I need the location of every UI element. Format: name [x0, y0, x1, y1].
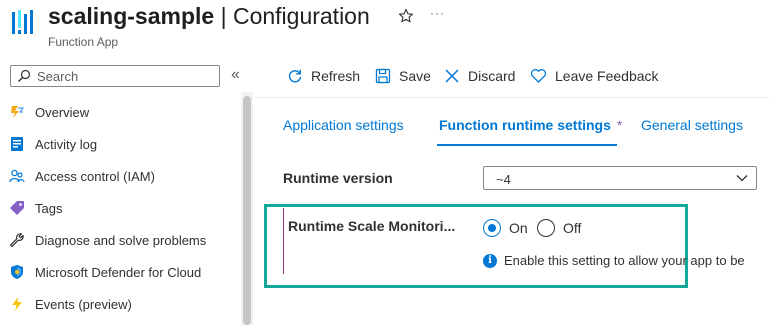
runtime-version-label: Runtime version [283, 170, 393, 186]
sidebar-item-diagnose[interactable]: Diagnose and solve problems [0, 224, 240, 256]
changed-setting-marker [283, 208, 284, 274]
sidebar-item-label: Events (preview) [35, 297, 132, 312]
runtime-version-value: ~4 [496, 172, 511, 187]
discard-label: Discard [468, 68, 516, 84]
activity-log-icon [9, 136, 25, 152]
leave-feedback-button[interactable]: Leave Feedback [530, 60, 659, 92]
sidebar-item-label: Tags [35, 201, 63, 216]
unsaved-changes-indicator: * [616, 117, 623, 133]
discard-button[interactable]: Discard [444, 60, 515, 92]
info-icon: i [483, 253, 497, 268]
refresh-button[interactable]: Refresh [287, 60, 360, 92]
radio-on[interactable]: On [483, 218, 528, 238]
page-subtitle: Function App [48, 35, 119, 49]
info-text: Enable this setting to allow your app to… [504, 253, 745, 268]
radio-on-label: On [509, 220, 528, 236]
radio-off-circle[interactable] [537, 219, 555, 237]
heart-icon [530, 69, 547, 83]
save-label: Save [399, 68, 431, 84]
page-header: scaling-sample | Configuration ··· Funct… [0, 0, 769, 58]
tab-label: Application settings [283, 117, 404, 133]
tab-general-settings[interactable]: General settings [641, 117, 743, 133]
people-icon [9, 168, 25, 184]
shield-icon [9, 264, 25, 280]
leave-feedback-label: Leave Feedback [555, 68, 659, 84]
radio-on-circle[interactable] [483, 219, 501, 237]
title-separator: | [220, 3, 227, 29]
function-app-logo-icon [12, 10, 33, 34]
toolbar-divider [255, 97, 769, 98]
more-options-icon[interactable]: ··· [430, 6, 445, 20]
tab-label: Function runtime settings [439, 117, 611, 133]
sidebar-item-label: Overview [35, 105, 90, 120]
save-icon [375, 68, 391, 84]
sidebar-item-defender[interactable]: Microsoft Defender for Cloud [0, 256, 240, 288]
lightning-icon [9, 104, 25, 120]
search-icon [18, 69, 31, 82]
sidebar-item-overview[interactable]: Overview [0, 96, 240, 128]
page-title: scaling-sample | Configuration [48, 3, 370, 30]
discard-icon [445, 69, 459, 83]
lightning-bolt-icon [9, 296, 25, 312]
sidebar-item-label: Microsoft Defender for Cloud [35, 265, 202, 280]
page-name: Configuration [232, 3, 370, 29]
save-button[interactable]: Save [375, 60, 431, 92]
refresh-icon [288, 69, 302, 83]
sidebar-item-tags[interactable]: Tags [0, 192, 240, 224]
command-bar: Refresh Save Discard Leave Feedback [270, 60, 769, 92]
tab-label: General settings [641, 117, 743, 133]
sidebar-item-label: Activity log [35, 137, 98, 152]
runtime-scale-monitoring-label: Runtime Scale Monitori... [288, 218, 456, 234]
tag-icon [9, 200, 25, 216]
active-tab-underline [437, 144, 617, 146]
radio-off-label: Off [563, 220, 582, 236]
runtime-version-dropdown[interactable]: ~4 [483, 166, 757, 190]
sidebar-item-activity-log[interactable]: Activity log [0, 128, 240, 160]
favorite-star-icon[interactable] [398, 8, 414, 24]
refresh-label: Refresh [311, 68, 361, 84]
sidebar-scrollbar-thumb[interactable] [243, 96, 251, 325]
tab-function-runtime-settings[interactable]: Function runtime settings * [439, 117, 622, 133]
collapse-sidebar-icon[interactable]: « [231, 66, 240, 84]
radio-off[interactable]: Off [537, 218, 581, 238]
wrench-icon [9, 232, 25, 248]
sidebar-search[interactable] [10, 65, 220, 87]
sidebar-item-access-control[interactable]: Access control (IAM) [0, 160, 240, 192]
resource-name: scaling-sample [48, 3, 215, 29]
info-message: i Enable this setting to allow your app … [483, 253, 745, 268]
sidebar-item-label: Access control (IAM) [35, 169, 155, 184]
highlight-annotation-box [264, 204, 688, 288]
sidebar-item-label: Diagnose and solve problems [35, 233, 207, 248]
search-input[interactable] [37, 68, 207, 84]
chevron-down-icon [736, 175, 748, 182]
sidebar-item-events[interactable]: Events (preview) [0, 288, 240, 320]
tab-application-settings[interactable]: Application settings [283, 117, 404, 133]
